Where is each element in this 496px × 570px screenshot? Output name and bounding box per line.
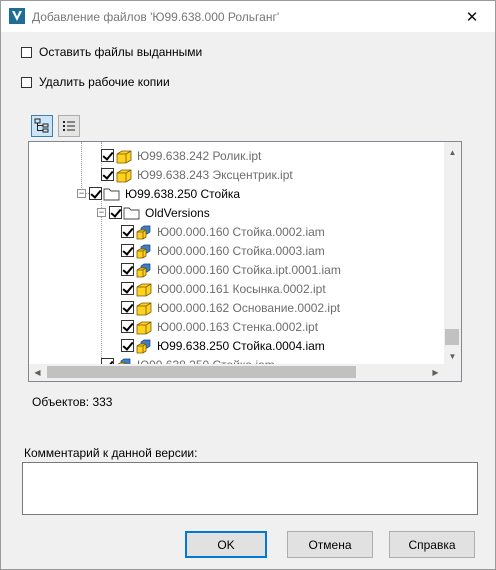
tree-row-label: Ю00.000.161 Косынка.0002.ipt bbox=[157, 281, 326, 296]
title-bar: Добавление файлов 'Ю99.638.000 Рольганг'… bbox=[1, 1, 495, 32]
assembly-icon bbox=[136, 263, 151, 277]
objects-count: Объектов: 333 bbox=[32, 395, 113, 409]
tree-row[interactable]: Ю00.000.162 Основание.0002.ipt bbox=[121, 298, 340, 317]
vertical-scroll-thumb[interactable] bbox=[445, 329, 459, 345]
close-icon: ✕ bbox=[465, 8, 479, 26]
tree-row-checkbox[interactable] bbox=[121, 282, 134, 295]
tree-row[interactable]: − OldVersions bbox=[97, 203, 210, 222]
collapse-toggle-icon[interactable]: − bbox=[97, 208, 106, 217]
part-icon bbox=[136, 321, 152, 334]
tree-row[interactable]: Ю99.638.250 Стойка.0004.iam bbox=[121, 336, 325, 355]
tree-row-label: OldVersions bbox=[145, 205, 210, 220]
help-button[interactable]: Справка bbox=[389, 531, 475, 558]
tree-row-checkbox[interactable] bbox=[101, 149, 114, 162]
part-icon bbox=[116, 150, 132, 163]
vault-app-icon bbox=[9, 8, 25, 24]
tree-row[interactable]: Ю99.638.242 Ролик.ipt bbox=[101, 146, 261, 165]
tree-row-checkbox[interactable] bbox=[101, 168, 114, 181]
horizontal-scroll-thumb[interactable] bbox=[47, 366, 356, 378]
assembly-icon bbox=[136, 225, 151, 239]
tree-view-button[interactable] bbox=[31, 115, 53, 137]
tree-row-checkbox[interactable] bbox=[121, 320, 134, 333]
tree-row-label: Ю99.638.250 Стойка.0004.iam bbox=[157, 338, 325, 353]
window-title: Добавление файлов 'Ю99.638.000 Рольганг' bbox=[32, 10, 280, 24]
delete-working-copies-label: Удалить рабочие копии bbox=[39, 75, 170, 89]
delete-working-copies-checkbox[interactable] bbox=[21, 76, 32, 88]
list-view-icon bbox=[63, 121, 75, 131]
part-icon bbox=[136, 283, 152, 296]
assembly-icon bbox=[136, 339, 151, 353]
tree-row-label: Ю99.638.242 Ролик.ipt bbox=[137, 148, 262, 163]
cancel-button[interactable]: Отмена bbox=[287, 531, 373, 558]
tree-row-label: Ю00.000.160 Стойка.0002.iam bbox=[157, 224, 325, 239]
tree-row-label: Ю99.638.243 Эксцентрик.ipt bbox=[137, 167, 293, 182]
scroll-down-icon[interactable]: ▼ bbox=[444, 348, 461, 365]
tree-connector-line bbox=[81, 142, 82, 188]
tree-row-label: Ю99.638.250 Стойка bbox=[125, 186, 241, 201]
comment-textarea[interactable] bbox=[22, 462, 478, 515]
tree-row[interactable]: Ю99.638.243 Эксцентрик.ipt bbox=[101, 165, 293, 184]
tree-row-label: Ю00.000.160 Стойка.0003.iam bbox=[157, 243, 325, 258]
part-icon bbox=[116, 169, 132, 182]
horizontal-scrollbar[interactable]: ◀ ▶ bbox=[29, 364, 444, 381]
dialog-window: Добавление файлов 'Ю99.638.000 Рольганг'… bbox=[0, 0, 496, 570]
comment-label: Комментарий к данной версии: bbox=[24, 446, 198, 460]
collapse-toggle-icon[interactable]: − bbox=[77, 189, 86, 198]
list-view-button[interactable] bbox=[58, 115, 80, 137]
tree-row-label: Ю00.000.160 Стойка.ipt.0001.iam bbox=[157, 262, 341, 277]
scroll-corner bbox=[444, 364, 461, 381]
tree-row-checkbox[interactable] bbox=[121, 301, 134, 314]
tree-row-label: Ю00.000.163 Стенка.0002.ipt bbox=[157, 319, 319, 334]
part-icon bbox=[136, 302, 152, 315]
file-tree[interactable]: Ю99.638.242 Ролик.ipt Ю99.638.243 Эксцент… bbox=[28, 141, 462, 382]
tree-row[interactable]: − Ю99.638.250 Стойка bbox=[77, 184, 240, 203]
tree-view-icon bbox=[34, 118, 49, 133]
scroll-right-icon[interactable]: ▶ bbox=[427, 364, 444, 381]
tree-row-checkbox[interactable] bbox=[121, 339, 134, 352]
assembly-icon bbox=[136, 244, 151, 258]
keep-checked-out-option[interactable]: Оставить файлы выданными bbox=[21, 45, 202, 59]
tree-row-label: Ю00.000.162 Основание.0002.ipt bbox=[157, 300, 341, 315]
tree-row-checkbox[interactable] bbox=[89, 187, 102, 200]
vertical-scrollbar[interactable]: ▲ ▼ bbox=[444, 142, 461, 365]
tree-row[interactable]: Ю00.000.161 Косынка.0002.ipt bbox=[121, 279, 326, 298]
keep-checked-out-checkbox[interactable] bbox=[21, 46, 32, 58]
tree-row[interactable]: Ю00.000.160 Стойка.ipt.0001.iam bbox=[121, 260, 341, 279]
folder-icon bbox=[123, 207, 140, 219]
tree-row-checkbox[interactable] bbox=[121, 263, 134, 276]
tree-row-checkbox[interactable] bbox=[109, 206, 122, 219]
close-button[interactable]: ✕ bbox=[449, 1, 495, 32]
ok-button[interactable]: OK bbox=[185, 531, 267, 558]
folder-icon bbox=[103, 188, 120, 200]
tree-row[interactable]: Ю00.000.163 Стенка.0002.ipt bbox=[121, 317, 318, 336]
keep-checked-out-label: Оставить файлы выданными bbox=[39, 45, 203, 59]
tree-row[interactable]: Ю00.000.160 Стойка.0003.iam bbox=[121, 241, 325, 260]
delete-working-copies-option[interactable]: Удалить рабочие копии bbox=[21, 75, 170, 89]
tree-row[interactable]: Ю00.000.160 Стойка.0002.iam bbox=[121, 222, 325, 241]
scroll-up-icon[interactable]: ▲ bbox=[444, 144, 461, 161]
scroll-left-icon[interactable]: ◀ bbox=[29, 364, 46, 381]
tree-row-checkbox[interactable] bbox=[121, 225, 134, 238]
tree-row-checkbox[interactable] bbox=[121, 244, 134, 257]
